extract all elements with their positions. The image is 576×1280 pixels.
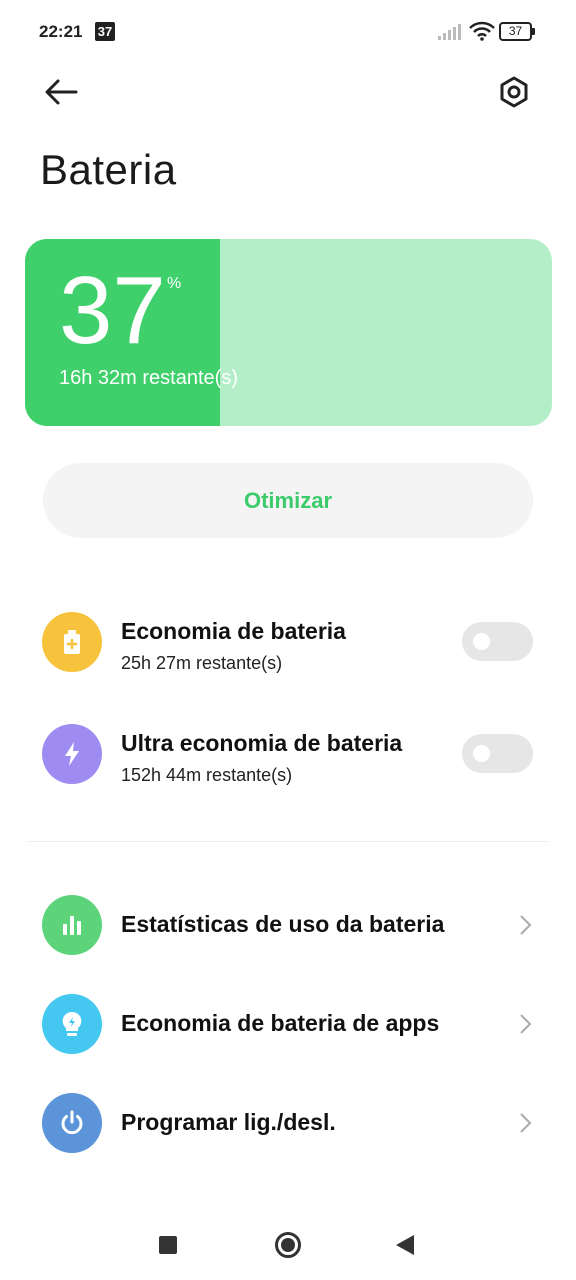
settings-button[interactable] [494, 72, 534, 112]
battery-saver-toggle[interactable] [462, 622, 533, 661]
app-battery-saver-item[interactable]: Economia de bateria de apps [0, 979, 576, 1069]
ultra-battery-saver-row[interactable]: Ultra economia de bateria 152h 44m resta… [0, 709, 576, 799]
schedule-power-label: Programar lig./desl. [121, 1109, 336, 1135]
status-bar: 22:21 37 37 [0, 0, 576, 64]
cell-signal-icon [438, 24, 461, 40]
toggle-knob [473, 633, 490, 650]
schedule-power-item[interactable]: Programar lig./desl. [0, 1078, 576, 1168]
toggle-knob [473, 745, 490, 762]
battery-usage-stats-item[interactable]: Estatísticas de uso da bateria [0, 880, 576, 970]
back-button[interactable] [40, 72, 84, 112]
ultra-battery-saver-remaining: 152h 44m restante(s) [121, 765, 293, 785]
ultra-battery-saver-title: Ultra economia de bateria [121, 730, 403, 756]
chevron-right-icon [520, 1113, 532, 1133]
lightning-icon [42, 724, 102, 784]
battery-percent-sign: % [167, 275, 182, 292]
battery-level-card[interactable]: 37 % 16h 32m restante(s) [25, 239, 552, 426]
battery-saver-title: Economia de bateria [121, 618, 346, 644]
battery-level-value: 37 [59, 257, 166, 364]
nav-back-button[interactable] [396, 1235, 414, 1255]
nav-home-button[interactable] [275, 1232, 301, 1258]
battery-plus-icon [42, 612, 102, 672]
arrow-left-icon [45, 79, 78, 105]
battery-status-icon: 37 [499, 22, 535, 41]
chevron-right-icon [520, 1014, 532, 1034]
section-divider [28, 841, 548, 842]
app-battery-saver-label: Economia de bateria de apps [121, 1010, 440, 1036]
ultra-battery-saver-toggle[interactable] [462, 734, 533, 773]
status-time: 22:21 [39, 22, 83, 41]
bar-chart-icon [42, 895, 102, 955]
hexagon-gear-icon [500, 76, 528, 108]
nav-recents-button[interactable] [159, 1236, 177, 1254]
home-icon [281, 1238, 295, 1252]
battery-time-remaining: 16h 32m restante(s) [59, 367, 238, 389]
optimize-button[interactable]: Otimizar [43, 463, 533, 538]
calendar-notification-icon: 37 [95, 22, 115, 41]
lightbulb-icon [42, 994, 102, 1054]
chevron-right-icon [520, 915, 532, 935]
battery-usage-stats-label: Estatísticas de uso da bateria [121, 911, 445, 937]
power-icon [42, 1093, 102, 1153]
battery-saver-row[interactable]: Economia de bateria 25h 27m restante(s) [0, 597, 576, 687]
battery-status-text: 37 [499, 22, 532, 41]
page-title: Bateria [40, 146, 177, 193]
battery-saver-remaining: 25h 27m restante(s) [121, 653, 283, 673]
wifi-icon [469, 21, 495, 41]
